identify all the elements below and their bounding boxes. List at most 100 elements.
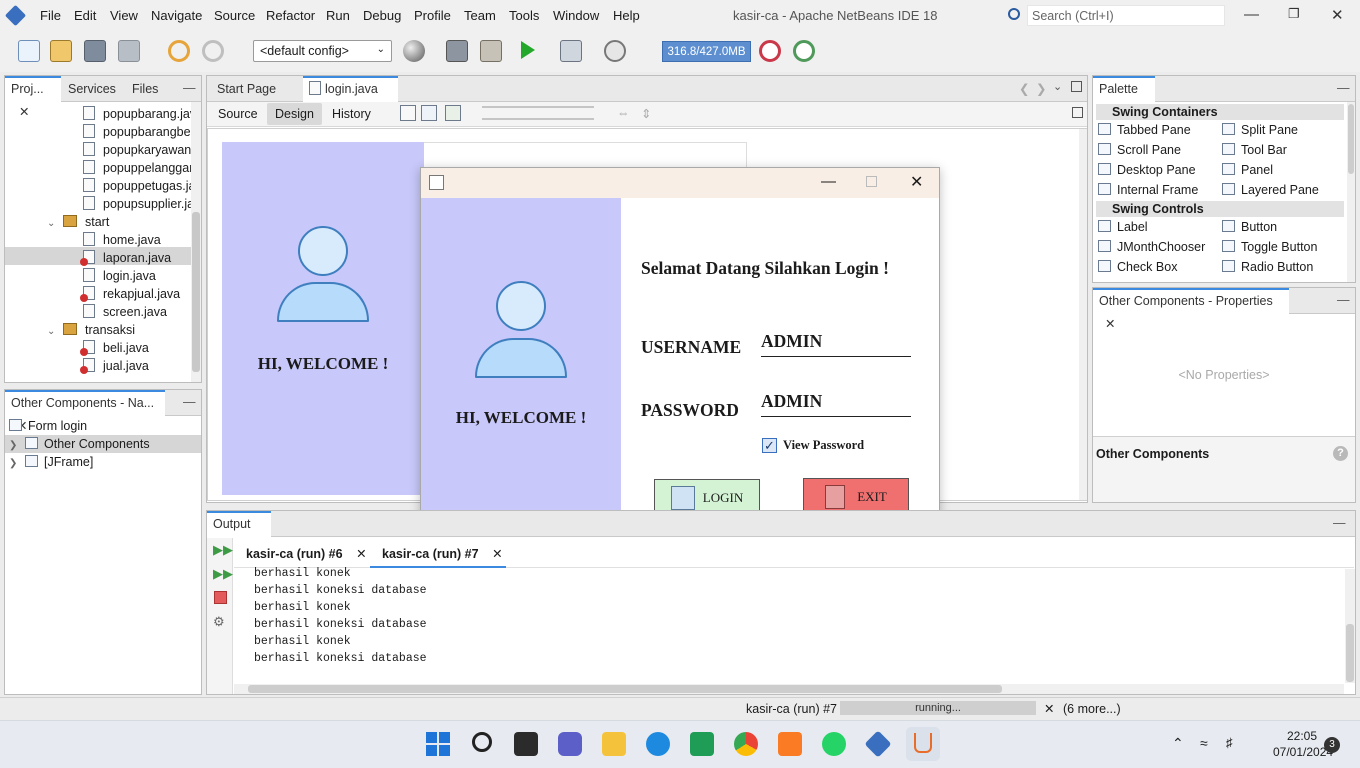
file-node[interactable]: popupbarang.jav [83,105,191,123]
file-node[interactable]: popuppelanggar [83,159,191,177]
palette-item[interactable]: Tabbed Pane [1098,123,1191,137]
browser-globe-icon[interactable] [403,40,425,62]
file-node[interactable]: jual.java [80,357,149,375]
open-project-icon[interactable] [84,40,106,62]
selection-mode-icon[interactable] [400,105,416,121]
tab-start-page[interactable]: Start Page ✕ [211,76,299,122]
file-node[interactable]: popupbarangbel [83,123,191,141]
view-history[interactable]: History [332,107,371,121]
menu-profile[interactable]: Profile [414,8,451,23]
menu-navigate[interactable]: Navigate [151,8,202,23]
search-input[interactable]: Search (Ctrl+I) [1027,5,1225,26]
rerun-with-args-icon[interactable]: ▶▶ [213,566,233,582]
build-hammer-icon[interactable] [446,40,468,62]
rerun-icon[interactable]: ▶▶ [213,542,233,558]
file-node[interactable]: login.java [83,267,156,285]
more-tasks-label[interactable]: (6 more...) [1063,702,1121,716]
scrollbar[interactable] [1347,102,1355,282]
debug-icon[interactable] [560,40,582,62]
new-file-icon[interactable] [18,40,40,62]
palette-item[interactable]: Split Pane [1222,123,1298,137]
file-explorer-icon[interactable] [602,732,626,756]
file-node[interactable]: laporan.java [80,249,171,267]
tab-properties[interactable]: Other Components - Properties ✕ [1093,288,1289,331]
search-icon[interactable] [1008,8,1020,20]
chrome-icon[interactable] [734,732,758,756]
chat-icon[interactable] [558,732,582,756]
palette-item[interactable]: Scroll Pane [1098,143,1181,157]
scroll-left-icon[interactable]: ❮ [1019,81,1029,96]
login-window-titlebar[interactable]: — ✕ [421,168,939,198]
maximize-icon[interactable]: ❐ [1288,6,1300,22]
settings-icon[interactable]: ⚙ [213,614,225,630]
edge-icon[interactable] [646,732,670,756]
package-node[interactable]: ⌄ start [47,213,109,231]
file-node[interactable]: beli.java [80,339,149,357]
menu-view[interactable]: View [110,8,138,23]
nav-item-jframe[interactable]: ❯ [JFrame] [9,453,93,471]
menu-edit[interactable]: Edit [74,8,96,23]
minimize-panel-icon[interactable]: — [1337,293,1350,307]
minimize-panel-icon[interactable]: — [1333,516,1346,530]
file-node[interactable]: popupsupplier.ja [83,195,191,213]
palette-item[interactable]: JMonthChooser [1098,240,1205,254]
password-field[interactable]: ADMIN [761,391,911,417]
username-field[interactable]: ADMIN [761,331,911,357]
volume-icon[interactable]: ♯ [1226,735,1233,750]
new-project-icon[interactable] [50,40,72,62]
view-password-checkbox[interactable]: ✓ [762,438,777,453]
scrollbar[interactable] [1345,569,1355,683]
running-task-label[interactable]: kasir-ca (run) #7 [746,702,837,716]
close-icon[interactable]: ✕ [1331,6,1344,24]
chevron-down-icon[interactable]: ⌄ [47,323,57,341]
file-node[interactable]: home.java [83,231,161,249]
classroom-icon[interactable] [690,732,714,756]
minimize-panel-icon[interactable]: — [183,395,196,409]
profiler-icon[interactable] [793,40,815,62]
close-icon[interactable]: ✕ [1105,317,1115,331]
view-source[interactable]: Source [218,107,258,121]
palette-item[interactable]: Tool Bar [1222,143,1287,157]
palette-item[interactable]: Button [1222,220,1277,234]
palette-item[interactable]: Panel [1222,163,1273,177]
file-node[interactable]: popupkaryawan. [83,141,191,159]
menu-file[interactable]: File [40,8,61,23]
nav-item-other-components[interactable]: ❯ Other Components [9,435,150,453]
preview-design-icon[interactable] [445,105,461,121]
minimize-panel-icon[interactable]: — [1337,81,1350,95]
menu-source[interactable]: Source [214,8,255,23]
tab-navigator[interactable]: Other Components - Na... ✕ [5,390,165,433]
tab-output[interactable]: Output ✕ [207,511,271,554]
view-design[interactable]: Design [267,103,322,125]
maximize-icon[interactable] [1071,81,1082,92]
file-node[interactable]: screen.java [83,303,167,321]
menu-help[interactable]: Help [613,8,640,23]
palette-item[interactable]: Radio Button [1222,260,1313,274]
file-node[interactable]: rekapjual.java [80,285,180,303]
memory-indicator[interactable]: 316.8/427.0MB [662,41,751,62]
config-select[interactable]: <default config> ⌄ [253,40,392,62]
menu-tools[interactable]: Tools [509,8,539,23]
menu-run[interactable]: Run [326,8,350,23]
stop-icon[interactable] [214,591,227,604]
profile-icon[interactable] [604,40,626,62]
resize-vertical-icon[interactable]: ⇕ [641,106,651,121]
align-tools-icon[interactable] [482,106,594,120]
clean-build-icon[interactable] [480,40,502,62]
scrollbar[interactable] [191,102,201,382]
chevron-down-icon[interactable]: ⌄ [47,215,57,233]
tab-run-6[interactable]: kasir-ca (run) #6 ✕ [246,546,367,561]
chevron-up-icon[interactable]: ⌃ [1172,735,1184,752]
palette-item[interactable]: Layered Pane [1222,183,1319,197]
redo-icon[interactable] [202,40,224,62]
close-icon[interactable]: ✕ [910,172,923,192]
palette-item[interactable]: Toggle Button [1222,240,1317,254]
close-icon[interactable]: ✕ [492,547,502,561]
palette-item[interactable]: Label [1098,220,1148,234]
palette-section-header[interactable]: Swing Containers [1096,104,1344,120]
notification-badge[interactable]: 3 [1324,737,1340,753]
help-icon[interactable]: ? [1333,446,1348,461]
tab-run-7[interactable]: kasir-ca (run) #7 ✕ [370,538,506,568]
tab-palette[interactable]: Palette ✕ [1093,76,1155,119]
run-icon[interactable] [521,41,535,59]
